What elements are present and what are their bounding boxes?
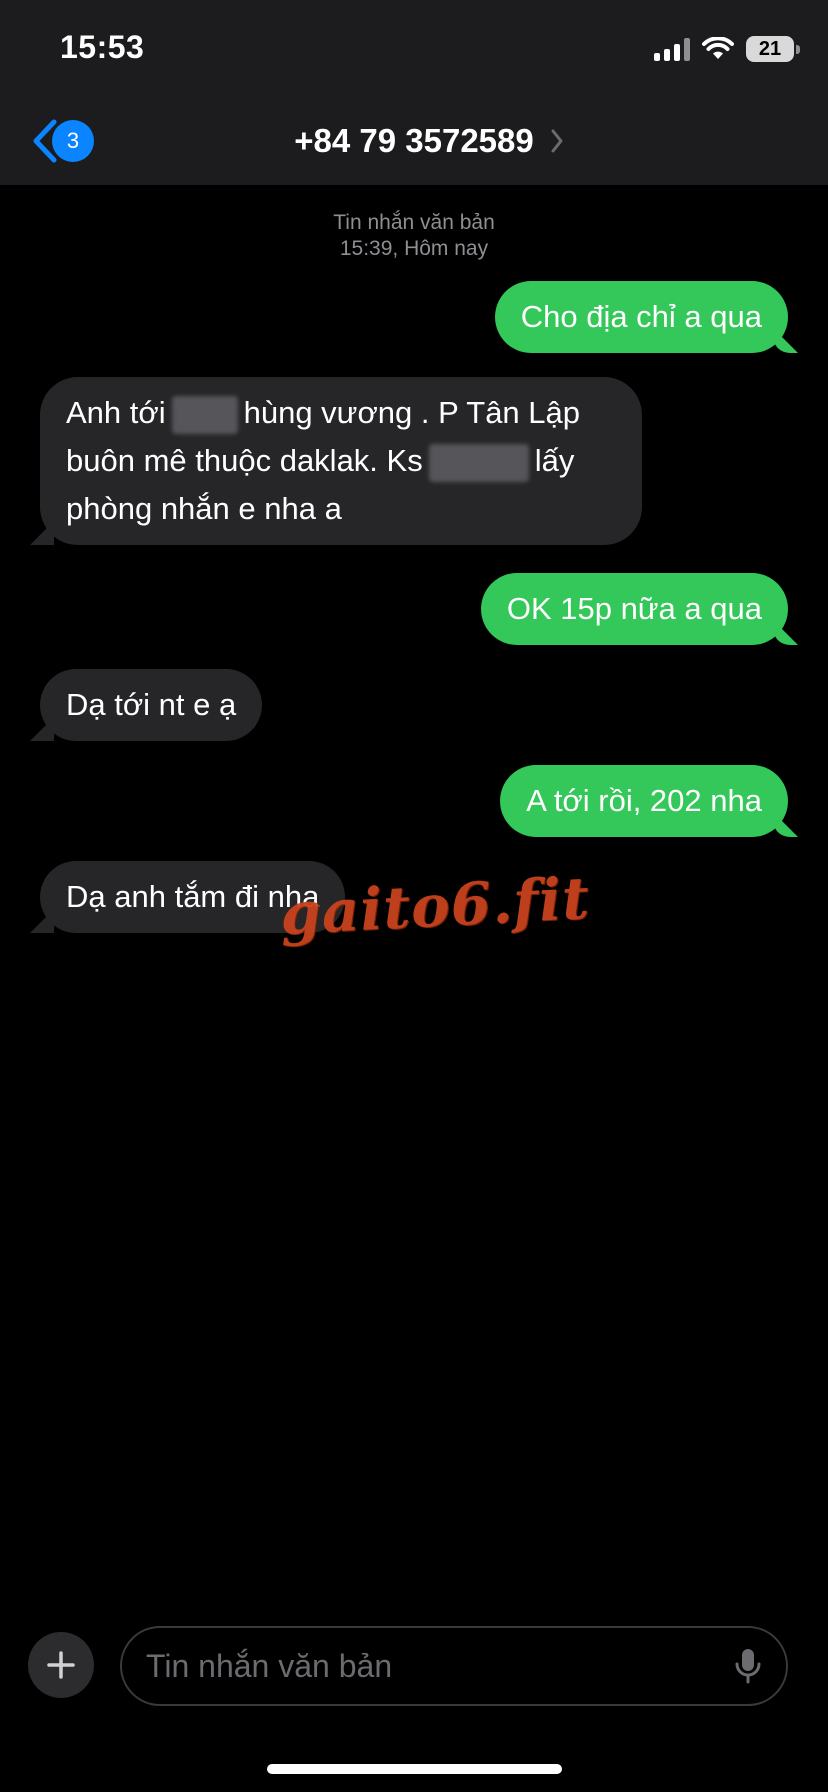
messages-screen: 15:53 21 3 +84 79 3572589 Tin nhắn văn b… xyxy=(0,0,828,1792)
message-line: buôn mê thuộc daklak. Ks lấy xyxy=(66,437,616,485)
thread-type-label: Tin nhắn văn bản xyxy=(333,211,495,234)
message-bubble-incoming[interactable]: Dạ tới nt e ạ xyxy=(40,669,263,741)
message-bubble-outgoing[interactable]: OK 15p nữa a qua xyxy=(480,573,788,645)
chevron-right-icon xyxy=(551,129,563,153)
message-text: Anh tới xyxy=(66,395,166,430)
wifi-icon xyxy=(702,37,734,59)
status-icons: 21 xyxy=(654,32,800,66)
message-bubble-outgoing[interactable]: Cho địa chỉ a qua xyxy=(494,281,788,353)
message-text: lấy xyxy=(534,443,575,478)
plus-icon xyxy=(47,1651,75,1679)
redacted-text xyxy=(171,395,238,434)
signal-icon xyxy=(654,37,690,61)
message-input[interactable] xyxy=(146,1647,734,1685)
header: 15:53 21 3 +84 79 3572589 xyxy=(0,0,828,185)
contact-name: +84 79 3572589 xyxy=(294,122,534,159)
message-line: Anh tới hùng vương . P Tân Lập xyxy=(66,389,616,437)
message-text: buôn mê thuộc daklak. Ks xyxy=(66,443,423,478)
status-time: 15:53 xyxy=(60,29,145,65)
thread-timestamp: 15:39, Hôm nay xyxy=(339,237,489,260)
message-text: hùng vương . P Tân Lập xyxy=(243,395,581,430)
message-line: phòng nhắn e nha a xyxy=(66,491,342,526)
microphone-icon[interactable] xyxy=(734,1647,762,1685)
message-compose-field[interactable] xyxy=(120,1626,788,1706)
home-indicator[interactable] xyxy=(267,1764,562,1774)
add-attachment-button[interactable] xyxy=(28,1632,94,1698)
message-bubble-outgoing[interactable]: A tới rồi, 202 nha xyxy=(500,765,788,837)
redacted-text xyxy=(428,443,529,482)
message-bubble-incoming[interactable]: Anh tới hùng vương . P Tân Lập buôn mê th… xyxy=(40,377,642,545)
battery-icon: 21 xyxy=(746,36,800,62)
contact-header[interactable]: +84 79 3572589 xyxy=(0,116,828,166)
thread-meta: Tin nhắn văn bản 15:39, Hôm nay xyxy=(0,210,828,262)
